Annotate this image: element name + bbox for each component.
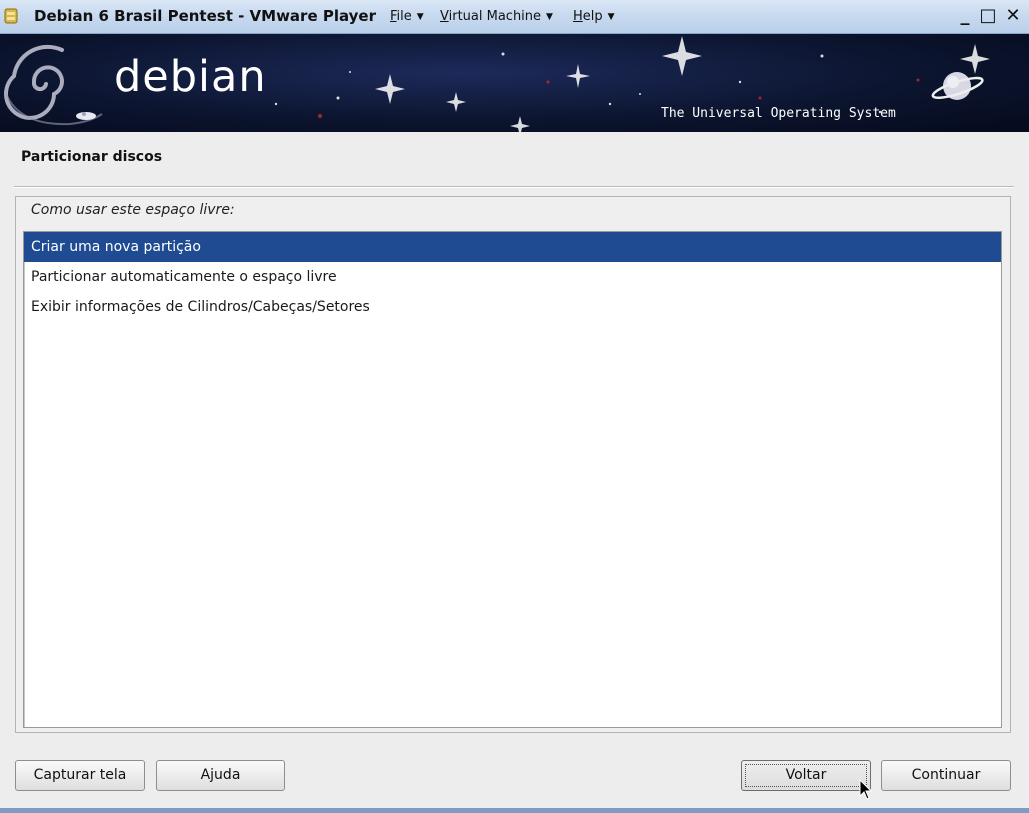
menu-help-accel: H: [573, 9, 583, 24]
chevron-down-icon: ▼: [607, 12, 615, 22]
help-button[interactable]: Ajuda: [156, 760, 285, 791]
chevron-down-icon: ▼: [416, 12, 424, 22]
title-bar[interactable]: Debian 6 Brasil Pentest - VMware Player …: [0, 0, 1029, 34]
vmware-app-icon: [4, 8, 18, 24]
debian-banner: debian The Universal Operating System: [0, 34, 1029, 132]
close-button[interactable]: ✕: [1003, 6, 1023, 26]
mouse-pointer-icon: [859, 779, 873, 800]
maximize-button[interactable]: □: [978, 6, 998, 26]
screenshot-button[interactable]: Capturar tela: [15, 760, 145, 791]
back-button[interactable]: Voltar: [741, 760, 871, 791]
list-item-particionar-automatico[interactable]: Particionar automaticamente o espaço liv…: [24, 262, 1001, 292]
menu-vm-accel: V: [440, 9, 449, 24]
menu-vm-label: irtual Machine: [448, 9, 542, 24]
menu-virtual-machine[interactable]: Virtual Machine ▼: [440, 9, 553, 24]
back-button-label: Voltar: [785, 767, 827, 783]
window-title: Debian 6 Brasil Pentest - VMware Player: [34, 7, 376, 25]
spaceship-icon: [76, 112, 96, 120]
question-label: Como usar este espaço livre:: [31, 202, 235, 218]
debian-logo-text: debian: [114, 52, 267, 102]
menu-help-label: elp: [582, 9, 603, 24]
minimize-button[interactable]: _: [955, 6, 975, 26]
chevron-down-icon: ▼: [546, 12, 553, 22]
options-listbox[interactable]: Criar uma nova partição Particionar auto…: [23, 231, 1002, 728]
menu-help[interactable]: Help ▼: [573, 9, 615, 24]
list-item-criar-particao[interactable]: Criar uma nova partição: [24, 232, 1001, 262]
list-item-exibir-chs[interactable]: Exibir informações de Cilindros/Cabeças/…: [24, 292, 1001, 322]
debian-tagline: The Universal Operating System: [661, 106, 896, 121]
window-bottom-border: [0, 808, 1029, 813]
vmware-player-window: Debian 6 Brasil Pentest - VMware Player …: [0, 0, 1029, 813]
continue-button[interactable]: Continuar: [881, 760, 1011, 791]
menu-file[interactable]: File ▼: [390, 9, 424, 24]
planet-icon: [931, 72, 984, 100]
page-title: Particionar discos: [21, 149, 163, 165]
heading-divider: [14, 186, 1014, 188]
menu-file-label: ile: [396, 9, 412, 24]
